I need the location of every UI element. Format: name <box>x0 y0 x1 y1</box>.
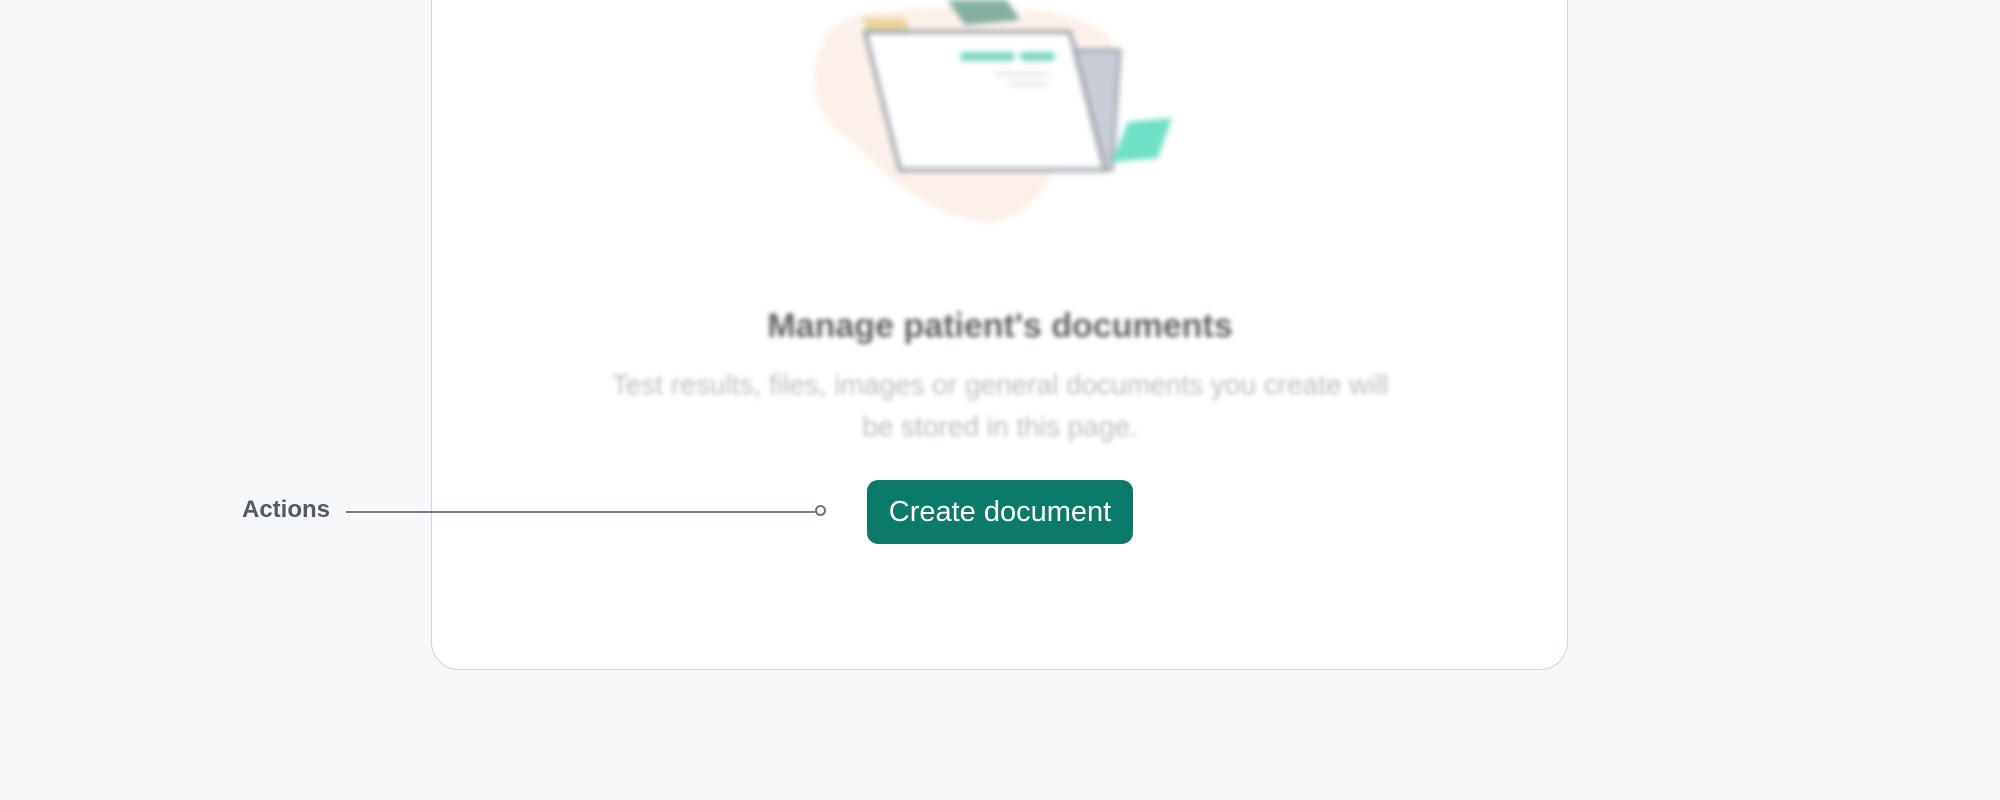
callout-dot <box>815 505 826 516</box>
empty-state-description: Test results, files, images or general d… <box>611 369 1389 442</box>
callout-line <box>346 511 815 513</box>
create-document-button[interactable]: Create document <box>867 480 1133 544</box>
folder-icon <box>813 0 1172 223</box>
empty-state-title: Manage patient's documents <box>767 307 1233 345</box>
callout-label: Actions <box>242 496 331 523</box>
